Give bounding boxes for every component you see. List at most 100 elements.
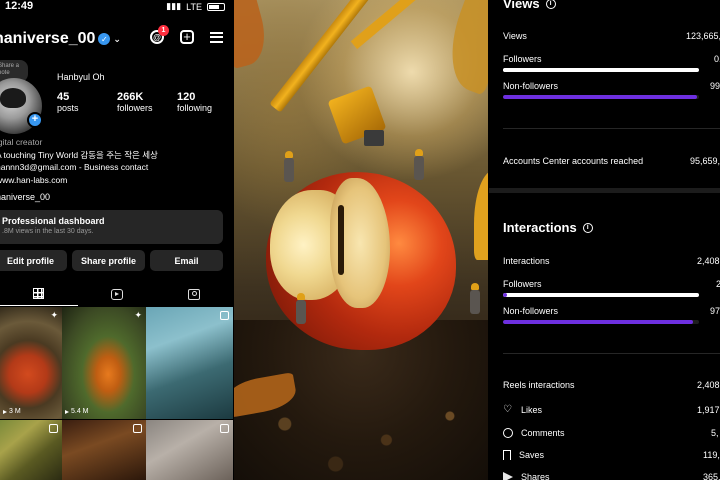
reel-icon bbox=[220, 424, 229, 433]
status-icons: ▮▮▮ LTE bbox=[166, 1, 225, 12]
tab-reels[interactable] bbox=[78, 282, 156, 306]
stat-value: 266K bbox=[117, 91, 144, 103]
comments-row: Comments bbox=[503, 428, 565, 438]
info-icon[interactable]: i bbox=[582, 222, 593, 233]
status-time: 12:49 bbox=[5, 0, 34, 12]
info-icon[interactable]: i bbox=[545, 0, 556, 9]
signal-icon: ▮▮▮ bbox=[166, 1, 182, 11]
threads-handle-link[interactable]: haniverse_00 bbox=[0, 192, 50, 202]
miniature-worker bbox=[284, 151, 294, 182]
section-title-text: Interactions bbox=[503, 220, 577, 235]
row-label: Saves bbox=[519, 450, 545, 460]
stat-followers[interactable]: 266K followers bbox=[117, 91, 177, 113]
row-value: 2. bbox=[716, 279, 720, 289]
profile-actions: Edit profile Share profile Email bbox=[0, 250, 223, 271]
grid-icon bbox=[33, 288, 45, 299]
miniature-worker bbox=[296, 293, 306, 324]
play-icon bbox=[65, 409, 69, 414]
row-label: Non-followers bbox=[503, 81, 559, 91]
menu-icon[interactable] bbox=[210, 31, 223, 43]
grid-post[interactable]: ✦ 5.4 M bbox=[62, 307, 146, 419]
reels-interactions-row: Reels interactions 2,408, bbox=[503, 380, 720, 390]
saves-row: Saves bbox=[503, 450, 545, 461]
row-value: 2,408, bbox=[697, 256, 720, 266]
row-label: Non-followers bbox=[503, 306, 559, 316]
stat-label: following bbox=[177, 103, 213, 113]
row-value: 95,659,8 bbox=[690, 156, 720, 166]
row-value: 99. bbox=[710, 81, 720, 91]
professional-dashboard[interactable]: Professional dashboard .8M views in the … bbox=[0, 210, 223, 244]
row-value: 97. bbox=[710, 306, 720, 316]
profile-tabs bbox=[0, 282, 233, 306]
autumn-leaf bbox=[234, 0, 273, 69]
profile-panel: 12:49 ▮▮▮ LTE haniverse_00 ✓ ⌄ @1 + Shar… bbox=[0, 0, 233, 480]
grid-post[interactable] bbox=[146, 307, 233, 419]
bio-category: igital creator bbox=[0, 137, 43, 147]
miniature-worker bbox=[414, 149, 424, 180]
bio-link[interactable]: www.han-labs.com bbox=[0, 174, 233, 187]
views-nonfollowers-row: Non-followers 99. bbox=[503, 81, 720, 91]
shares-value: 365, bbox=[703, 472, 720, 480]
grid-post[interactable] bbox=[62, 420, 146, 480]
views-nonfollowers-bar bbox=[503, 95, 699, 99]
soil-debris bbox=[234, 400, 488, 480]
bar-fill bbox=[503, 95, 698, 99]
featured-image bbox=[234, 0, 488, 480]
stat-posts[interactable]: 45 posts bbox=[57, 91, 117, 113]
bio: igital creator A touching Tiny World 감동을… bbox=[0, 136, 233, 186]
threads-icon[interactable]: @1 bbox=[150, 25, 169, 44]
row-label: Reels interactions bbox=[503, 380, 575, 390]
profile-header: haniverse_00 ✓ ⌄ @1 + bbox=[0, 25, 233, 52]
miniature-worker bbox=[470, 283, 480, 314]
grid-post[interactable] bbox=[146, 420, 233, 480]
tab-tagged[interactable] bbox=[155, 282, 233, 306]
views-count: 3 M bbox=[9, 408, 21, 415]
section-divider bbox=[489, 188, 720, 193]
row-value: 2,408, bbox=[697, 380, 720, 390]
row-label: Views bbox=[503, 31, 527, 41]
bar-fill bbox=[503, 320, 694, 324]
interactions-nonfollowers-row: Non-followers 97. bbox=[503, 306, 720, 316]
username-switcher[interactable]: haniverse_00 ✓ ⌄ bbox=[0, 30, 121, 48]
interactions-followers-row: Followers 2. bbox=[503, 279, 720, 289]
apple-crack bbox=[338, 205, 344, 275]
battery-icon bbox=[207, 2, 225, 11]
tab-grid[interactable] bbox=[0, 282, 78, 306]
verified-badge-icon: ✓ bbox=[98, 33, 111, 45]
save-icon bbox=[503, 450, 511, 461]
profile-stats: 45 posts 266K followers 120 following bbox=[57, 91, 233, 113]
full-name: Hanbyul Oh bbox=[57, 72, 105, 82]
saves-value: 119, bbox=[703, 450, 720, 460]
divider bbox=[503, 128, 720, 129]
row-label: Accounts Center accounts reached bbox=[503, 156, 644, 166]
edit-profile-button[interactable]: Edit profile bbox=[0, 250, 67, 271]
row-label: Shares bbox=[521, 472, 550, 480]
bio-line: A touching Tiny World 감동을 주는 작은 세상 bbox=[0, 149, 158, 160]
grid-post[interactable]: ✦ 3 M bbox=[0, 307, 62, 419]
insights-panel: Views i Views 123,665,3 Followers 0. Non… bbox=[489, 0, 720, 480]
stat-label: followers bbox=[117, 103, 153, 113]
comment-icon bbox=[503, 428, 513, 438]
row-label: Interactions bbox=[503, 256, 550, 266]
stat-following[interactable]: 120 following bbox=[177, 91, 233, 113]
bar-fill bbox=[503, 293, 507, 297]
header-actions: @1 + bbox=[150, 25, 223, 44]
likes-row: ♡ Likes bbox=[503, 405, 543, 416]
views-section-title: Views i bbox=[503, 0, 556, 11]
reel-icon bbox=[133, 424, 142, 433]
add-story-icon[interactable]: + bbox=[27, 112, 43, 128]
create-post-icon[interactable]: + bbox=[180, 30, 194, 44]
row-label: Comments bbox=[521, 428, 565, 438]
interactions-nonfollowers-bar bbox=[503, 320, 699, 324]
row-label: Likes bbox=[521, 405, 543, 415]
post-views: 3 M bbox=[3, 408, 21, 415]
carousel-icon bbox=[220, 311, 229, 320]
likes-value: 1,917, bbox=[697, 405, 720, 415]
share-profile-button[interactable]: Share profile bbox=[72, 250, 145, 271]
bio-email[interactable]: hannn3d@gmail.com - Business contact bbox=[0, 161, 233, 174]
grid-post[interactable] bbox=[0, 420, 62, 480]
interactions-total-row: Interactions 2,408, bbox=[503, 256, 720, 266]
email-button[interactable]: Email bbox=[150, 250, 223, 271]
reels-icon bbox=[110, 288, 123, 300]
interactions-followers-bar bbox=[503, 293, 699, 297]
